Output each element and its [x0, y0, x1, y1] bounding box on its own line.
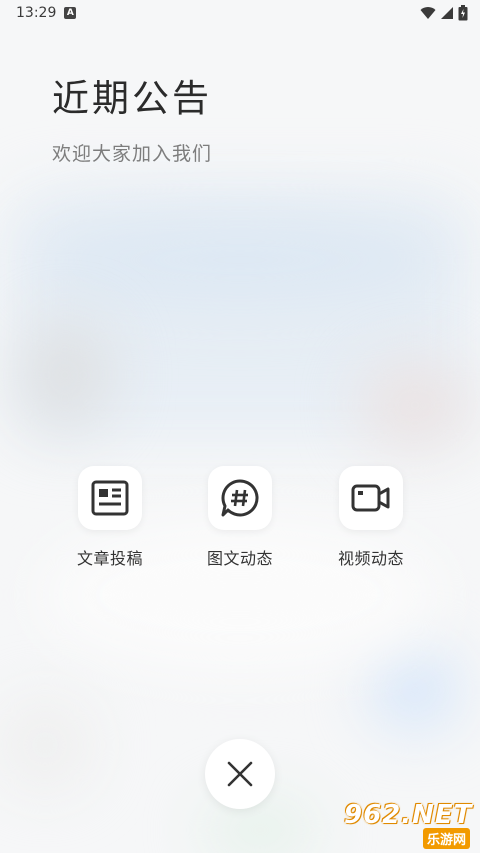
- action-label: 图文动态: [206, 549, 273, 568]
- background-blur-region: [0, 700, 90, 790]
- watermark-logo-text: 962.NET: [344, 800, 473, 830]
- background-blur-region: [370, 650, 460, 730]
- video-camera-icon: [351, 484, 390, 512]
- background-blur-region: [360, 360, 470, 450]
- wifi-icon: [420, 7, 436, 20]
- a-notification-icon: A: [64, 7, 77, 19]
- video-post-button[interactable]: 视频动态: [316, 466, 426, 569]
- signal-icon: [441, 7, 453, 19]
- blurred-background: [0, 0, 480, 853]
- article-submit-button[interactable]: 文章投稿: [55, 466, 165, 569]
- hashtag-chat-icon: [221, 479, 259, 517]
- image-text-icon-box[interactable]: [208, 466, 272, 530]
- status-right: [420, 5, 468, 21]
- status-left: 13:29 A: [16, 5, 77, 21]
- article-icon-box[interactable]: [78, 466, 142, 530]
- article-icon: [91, 480, 129, 516]
- status-time: 13:29: [16, 5, 57, 21]
- action-label: 视频动态: [337, 549, 404, 568]
- background-blur-region: [20, 320, 110, 430]
- page-subtitle: 欢迎大家加入我们: [52, 143, 213, 165]
- status-bar: 13:29 A: [0, 0, 480, 26]
- video-icon-box[interactable]: [339, 466, 403, 530]
- publish-actions: 文章投稿 图文动态 视频动态: [0, 466, 480, 576]
- page-title: 近期公告: [52, 77, 212, 120]
- action-label: 文章投稿: [76, 549, 143, 568]
- image-text-post-button[interactable]: 图文动态: [185, 466, 295, 569]
- close-icon: [227, 761, 253, 787]
- battery-icon: [458, 5, 468, 21]
- background-blur-region: [30, 215, 450, 305]
- close-button[interactable]: [205, 739, 275, 809]
- site-watermark: 962.NET 乐游网: [338, 798, 476, 850]
- background-blur-region: [200, 800, 320, 853]
- watermark-site-name: 乐游网: [422, 828, 470, 849]
